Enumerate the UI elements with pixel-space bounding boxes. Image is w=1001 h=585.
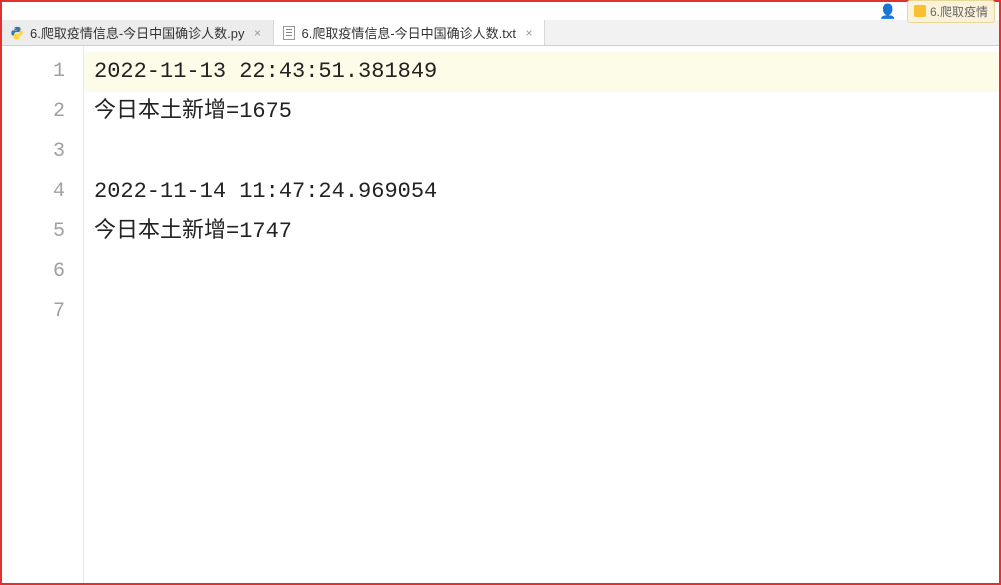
editor-area: 1 2 3 4 5 6 7 2022-11-13 22:43:51.381849…	[2, 46, 999, 583]
partial-tab-label: 6.爬取疫情	[930, 3, 988, 20]
close-icon[interactable]: ×	[522, 26, 536, 40]
window-top-bar: 👤 6.爬取疫情	[2, 2, 999, 20]
python-icon	[10, 26, 24, 40]
code-line[interactable]	[84, 132, 999, 172]
close-icon[interactable]: ×	[251, 26, 265, 40]
code-line[interactable]: 今日本土新增=1675	[84, 92, 999, 132]
code-line[interactable]	[84, 252, 999, 292]
code-line[interactable]: 2022-11-13 22:43:51.381849	[84, 52, 999, 92]
tab-bar: 6.爬取疫情信息-今日中国确诊人数.py × 6.爬取疫情信息-今日中国确诊人数…	[2, 20, 999, 46]
code-line[interactable]	[84, 292, 999, 332]
partial-tab-icon	[914, 5, 926, 17]
partial-tab[interactable]: 6.爬取疫情	[907, 0, 995, 23]
avatar-icon: 👤	[879, 5, 897, 17]
code-content[interactable]: 2022-11-13 22:43:51.381849 今日本土新增=1675 2…	[84, 46, 999, 583]
line-number: 6	[2, 252, 83, 292]
tab-label: 6.爬取疫情信息-今日中国确诊人数.txt	[302, 23, 517, 42]
tab-text-file[interactable]: 6.爬取疫情信息-今日中国确诊人数.txt ×	[274, 20, 546, 45]
line-number: 3	[2, 132, 83, 172]
code-line[interactable]: 今日本土新增=1747	[84, 212, 999, 252]
tab-label: 6.爬取疫情信息-今日中国确诊人数.py	[30, 23, 245, 42]
text-file-icon	[282, 26, 296, 40]
line-number-gutter: 1 2 3 4 5 6 7	[2, 46, 84, 583]
line-number: 5	[2, 212, 83, 252]
tab-python-file[interactable]: 6.爬取疫情信息-今日中国确诊人数.py ×	[2, 20, 274, 45]
line-number: 7	[2, 292, 83, 332]
code-line[interactable]: 2022-11-14 11:47:24.969054	[84, 172, 999, 212]
line-number: 1	[2, 52, 83, 92]
line-number: 2	[2, 92, 83, 132]
line-number: 4	[2, 172, 83, 212]
